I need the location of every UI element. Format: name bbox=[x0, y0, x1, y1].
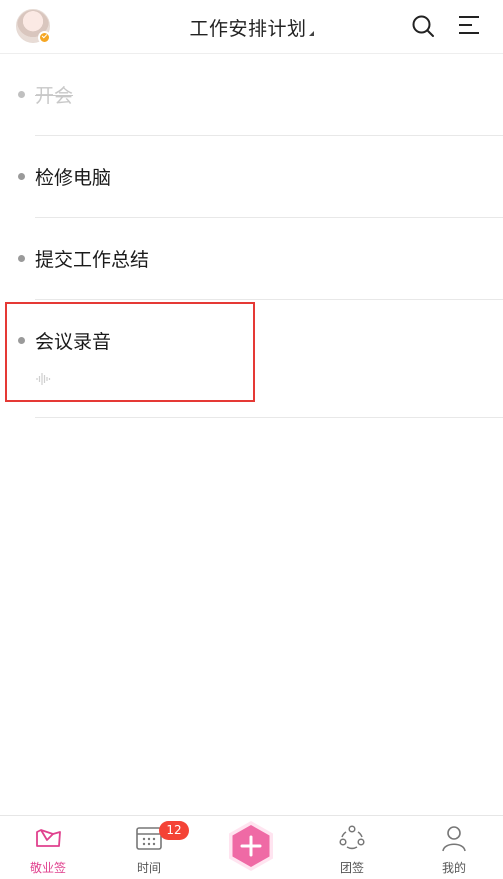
tab-team[interactable]: 团签 bbox=[312, 816, 392, 879]
search-icon[interactable] bbox=[411, 14, 435, 38]
bullet-icon bbox=[18, 173, 25, 180]
tab-label: 时间 bbox=[136, 861, 161, 875]
calendar-badge: 12 bbox=[159, 821, 189, 840]
list-item[interactable]: 开会 bbox=[0, 54, 503, 136]
tab-profile[interactable]: 我的 bbox=[414, 816, 494, 879]
item-label: 开会 bbox=[35, 85, 74, 107]
title-dropdown-icon bbox=[308, 31, 314, 36]
profile-icon bbox=[442, 826, 466, 852]
bullet-icon bbox=[18, 91, 25, 98]
tab-label: 我的 bbox=[441, 861, 466, 875]
highlight-box bbox=[5, 302, 255, 402]
item-label: 提交工作总结 bbox=[35, 249, 150, 271]
top-bar: 工作安排计划 bbox=[0, 0, 503, 54]
divider bbox=[35, 417, 503, 418]
note-icon bbox=[36, 829, 61, 847]
tab-label: 敬业签 bbox=[29, 861, 66, 875]
bullet-icon bbox=[18, 255, 25, 262]
list-item[interactable]: 提交工作总结 bbox=[0, 218, 503, 300]
team-icon bbox=[339, 825, 365, 850]
tab-label: 团签 bbox=[339, 861, 364, 875]
tab-notes[interactable]: 敬业签 bbox=[8, 816, 88, 879]
add-button[interactable] bbox=[225, 820, 277, 872]
page-title-text: 工作安排计划 bbox=[189, 18, 307, 40]
menu-icon[interactable] bbox=[458, 15, 480, 35]
item-label: 检修电脑 bbox=[35, 167, 112, 189]
list-item[interactable]: 检修电脑 bbox=[0, 136, 503, 218]
